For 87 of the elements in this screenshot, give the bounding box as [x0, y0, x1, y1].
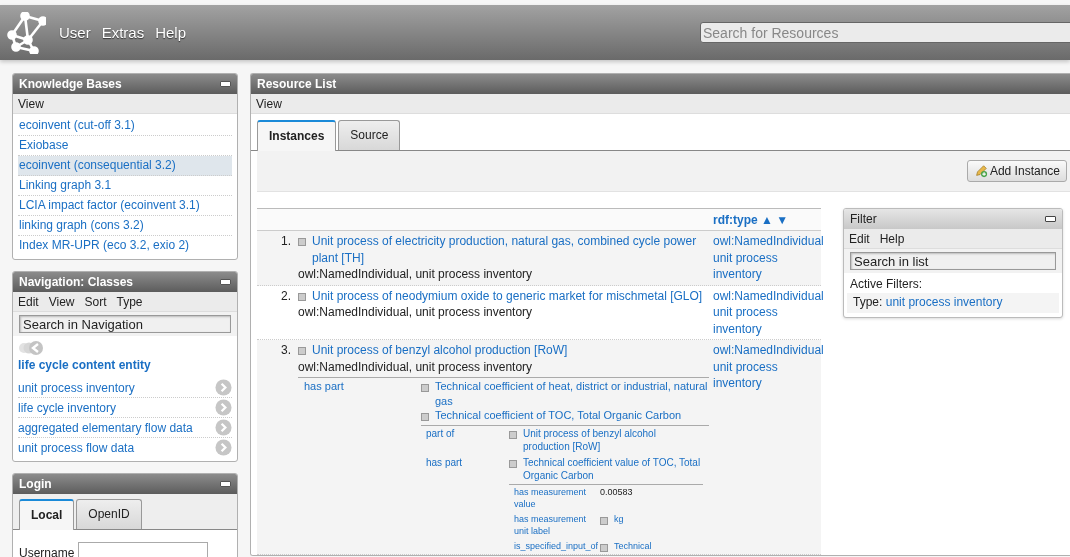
type-link[interactable]: owl:NamedIndividual: [713, 233, 824, 250]
resource-link[interactable]: Unit process of benzyl alcohol production [RoW]: [523, 426, 703, 453]
filter-value-link[interactable]: unit process inventory: [885, 295, 1003, 309]
search-field[interactable]: Search in list: [850, 252, 1056, 270]
menu-item[interactable]: Type: [116, 294, 143, 309]
square-icon[interactable]: [600, 516, 608, 525]
resource-types: owl:NamedIndividual, unit process inventory: [298, 304, 534, 321]
class-item[interactable]: unit process inventory: [18, 378, 232, 398]
class-item[interactable]: unit process flow data: [18, 438, 232, 457]
resource-link[interactable]: Technical coefficient of heat, district or industrial, natural gas: [435, 379, 709, 408]
menu-item[interactable]: Edit: [18, 294, 39, 309]
resource-link[interactable]: Unit process of benzyl alcohol production [RoW]: [312, 342, 568, 359]
square-icon[interactable]: [298, 238, 306, 247]
square-icon[interactable]: [509, 431, 517, 439]
property-name[interactable]: has part: [304, 379, 421, 552]
tab[interactable]: Local: [19, 499, 75, 530]
menu-item[interactable]: View: [48, 294, 75, 309]
tab[interactable]: Instances: [257, 120, 337, 151]
type-link[interactable]: owl:NamedIndividual: [713, 287, 824, 304]
resource-link[interactable]: Technical coefficient value of TOC, Total Organic Carbon: [523, 455, 703, 482]
filter-key: Type:: [853, 295, 883, 309]
row-number: 1.: [280, 233, 291, 250]
type-link[interactable]: owl:NamedIndividual: [713, 342, 824, 359]
panel-title: Login: [19, 477, 52, 491]
menu-item[interactable]: Edit: [849, 231, 870, 246]
resource-link[interactable]: Unit process of electricity production, natural gas, combined cycle power plant [TH]: [312, 233, 709, 266]
search-field[interactable]: Search in Navigation: [19, 315, 231, 333]
menu-item[interactable]: User: [59, 24, 91, 41]
column-header[interactable]: rdf:type ▲ ▼: [713, 212, 821, 227]
resource-link[interactable]: Technical: [614, 539, 652, 552]
minimize-icon[interactable]: [220, 481, 231, 487]
chevron-right-icon[interactable]: [215, 379, 232, 396]
knowledge-base-item[interactable]: Index MR-UPR (eco 3.2, exio 2): [18, 236, 232, 255]
knowledge-base-item[interactable]: LCIA impact factor (ecoinvent 3.1): [18, 196, 232, 216]
chevron-right-icon[interactable]: [215, 439, 232, 456]
row-number: 2.: [280, 287, 291, 305]
square-icon[interactable]: [298, 292, 306, 301]
square-icon[interactable]: [421, 383, 429, 392]
network-logo-icon[interactable]: [6, 11, 46, 54]
chevron-right-icon[interactable]: [215, 399, 232, 416]
type-link[interactable]: unit process inventory: [713, 358, 824, 392]
back-arrow-icon[interactable]: [18, 340, 44, 356]
panel-title: Navigation: Classes: [19, 275, 134, 289]
menu-item[interactable]: Help: [155, 24, 187, 41]
property-name[interactable]: has part: [426, 455, 509, 552]
panel-title: Knowledge Bases: [19, 77, 122, 91]
menu-item[interactable]: View: [18, 96, 44, 111]
add-instance-button[interactable]: Add Instance: [966, 160, 1067, 182]
property-name[interactable]: is_specified_input_of: [514, 539, 600, 552]
chevron-right-icon[interactable]: [215, 419, 232, 436]
knowledge-base-item[interactable]: ecoinvent (cut-off 3.1): [18, 116, 232, 136]
knowledge-base-item[interactable]: linking graph (cons 3.2): [18, 216, 232, 236]
panel-title: Resource List: [257, 77, 337, 91]
filter-label: Active Filters:: [849, 276, 923, 293]
minimize-icon[interactable]: [220, 279, 231, 285]
menu-item[interactable]: Extras: [101, 24, 145, 41]
field-label: Username: [19, 545, 75, 557]
type-link[interactable]: unit process inventory: [713, 304, 824, 337]
square-icon[interactable]: [298, 347, 306, 356]
row-number: 3.: [280, 342, 291, 359]
resource-types: owl:NamedIndividual, unit process inventory: [298, 358, 534, 375]
knowledge-base-item[interactable]: Linking graph 3.1: [18, 176, 232, 196]
square-icon[interactable]: [421, 412, 429, 421]
username-field[interactable]: [78, 542, 209, 557]
property-value: 0.00583: [600, 486, 633, 497]
menu-item[interactable]: Sort: [84, 294, 107, 309]
class-item[interactable]: aggregated elementary flow data: [18, 418, 232, 438]
tab[interactable]: OpenID: [76, 499, 142, 529]
pencil-plus-icon: [973, 164, 988, 178]
minimize-icon[interactable]: [1045, 216, 1056, 222]
menu-item[interactable]: Help: [879, 231, 905, 246]
tab[interactable]: Source: [338, 120, 401, 150]
current-class[interactable]: life cycle content entity: [18, 358, 232, 372]
resource-types: owl:NamedIndividual, unit process inventory: [298, 266, 534, 283]
panel-title: Filter: [850, 212, 877, 226]
square-icon[interactable]: [600, 543, 608, 552]
square-icon[interactable]: [509, 460, 517, 468]
menu-item[interactable]: View: [256, 96, 282, 111]
knowledge-base-item[interactable]: ecoinvent (consequential 3.2): [18, 156, 232, 176]
minimize-icon[interactable]: [220, 81, 231, 87]
resource-link[interactable]: Unit process of neodymium oxide to generic market for mischmetal [GLO]: [312, 287, 703, 304]
class-item[interactable]: life cycle inventory: [18, 398, 232, 418]
resource-link[interactable]: kg: [614, 512, 624, 525]
search-field[interactable]: Search for Resources: [700, 22, 1070, 43]
property-name[interactable]: part of: [426, 426, 509, 453]
resource-link[interactable]: Technical coefficient of TOC, Total Organic Carbon: [435, 408, 682, 423]
type-link[interactable]: unit process inventory: [713, 249, 824, 283]
